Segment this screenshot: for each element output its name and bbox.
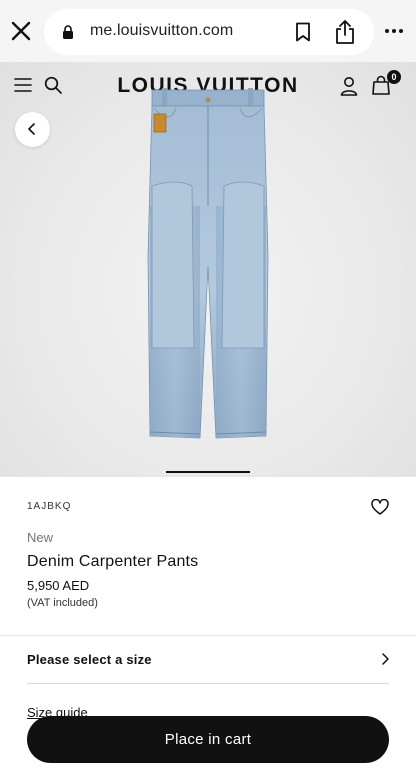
product-image-jeans bbox=[147, 88, 269, 439]
chevron-right-icon bbox=[382, 653, 389, 665]
cart-count-badge: 0 bbox=[387, 70, 401, 84]
place-in-cart-button[interactable]: Place in cart bbox=[27, 716, 389, 763]
size-selector-label: Please select a size bbox=[27, 652, 152, 667]
url-text: me.louisvuitton.com bbox=[90, 22, 234, 39]
vat-note: (VAT included) bbox=[27, 597, 98, 609]
size-selector[interactable]: Please select a size bbox=[0, 636, 416, 683]
gallery-progress-indicator bbox=[166, 471, 250, 473]
product-price: 5,950 AED bbox=[27, 578, 90, 593]
product-gallery[interactable]: LOUIS VUITTON 0 bbox=[0, 62, 416, 476]
product-title: Denim Carpenter Pants bbox=[27, 553, 199, 570]
address-bar[interactable]: me.louisvuitton.com bbox=[44, 9, 374, 55]
divider bbox=[27, 683, 389, 684]
share-icon[interactable] bbox=[334, 19, 356, 45]
product-sku: 1AJBKQ bbox=[27, 501, 72, 512]
chevron-left-icon bbox=[28, 123, 35, 135]
gallery-back-button[interactable] bbox=[15, 112, 50, 147]
account-icon[interactable] bbox=[340, 76, 358, 96]
bookmark-icon[interactable] bbox=[294, 22, 312, 42]
divider bbox=[0, 476, 416, 477]
new-badge: New bbox=[27, 530, 54, 545]
browser-bar: me.louisvuitton.com bbox=[0, 0, 416, 62]
lock-icon bbox=[63, 25, 73, 39]
close-icon[interactable] bbox=[10, 20, 32, 42]
more-icon[interactable] bbox=[384, 24, 404, 38]
heart-icon[interactable] bbox=[371, 499, 389, 515]
